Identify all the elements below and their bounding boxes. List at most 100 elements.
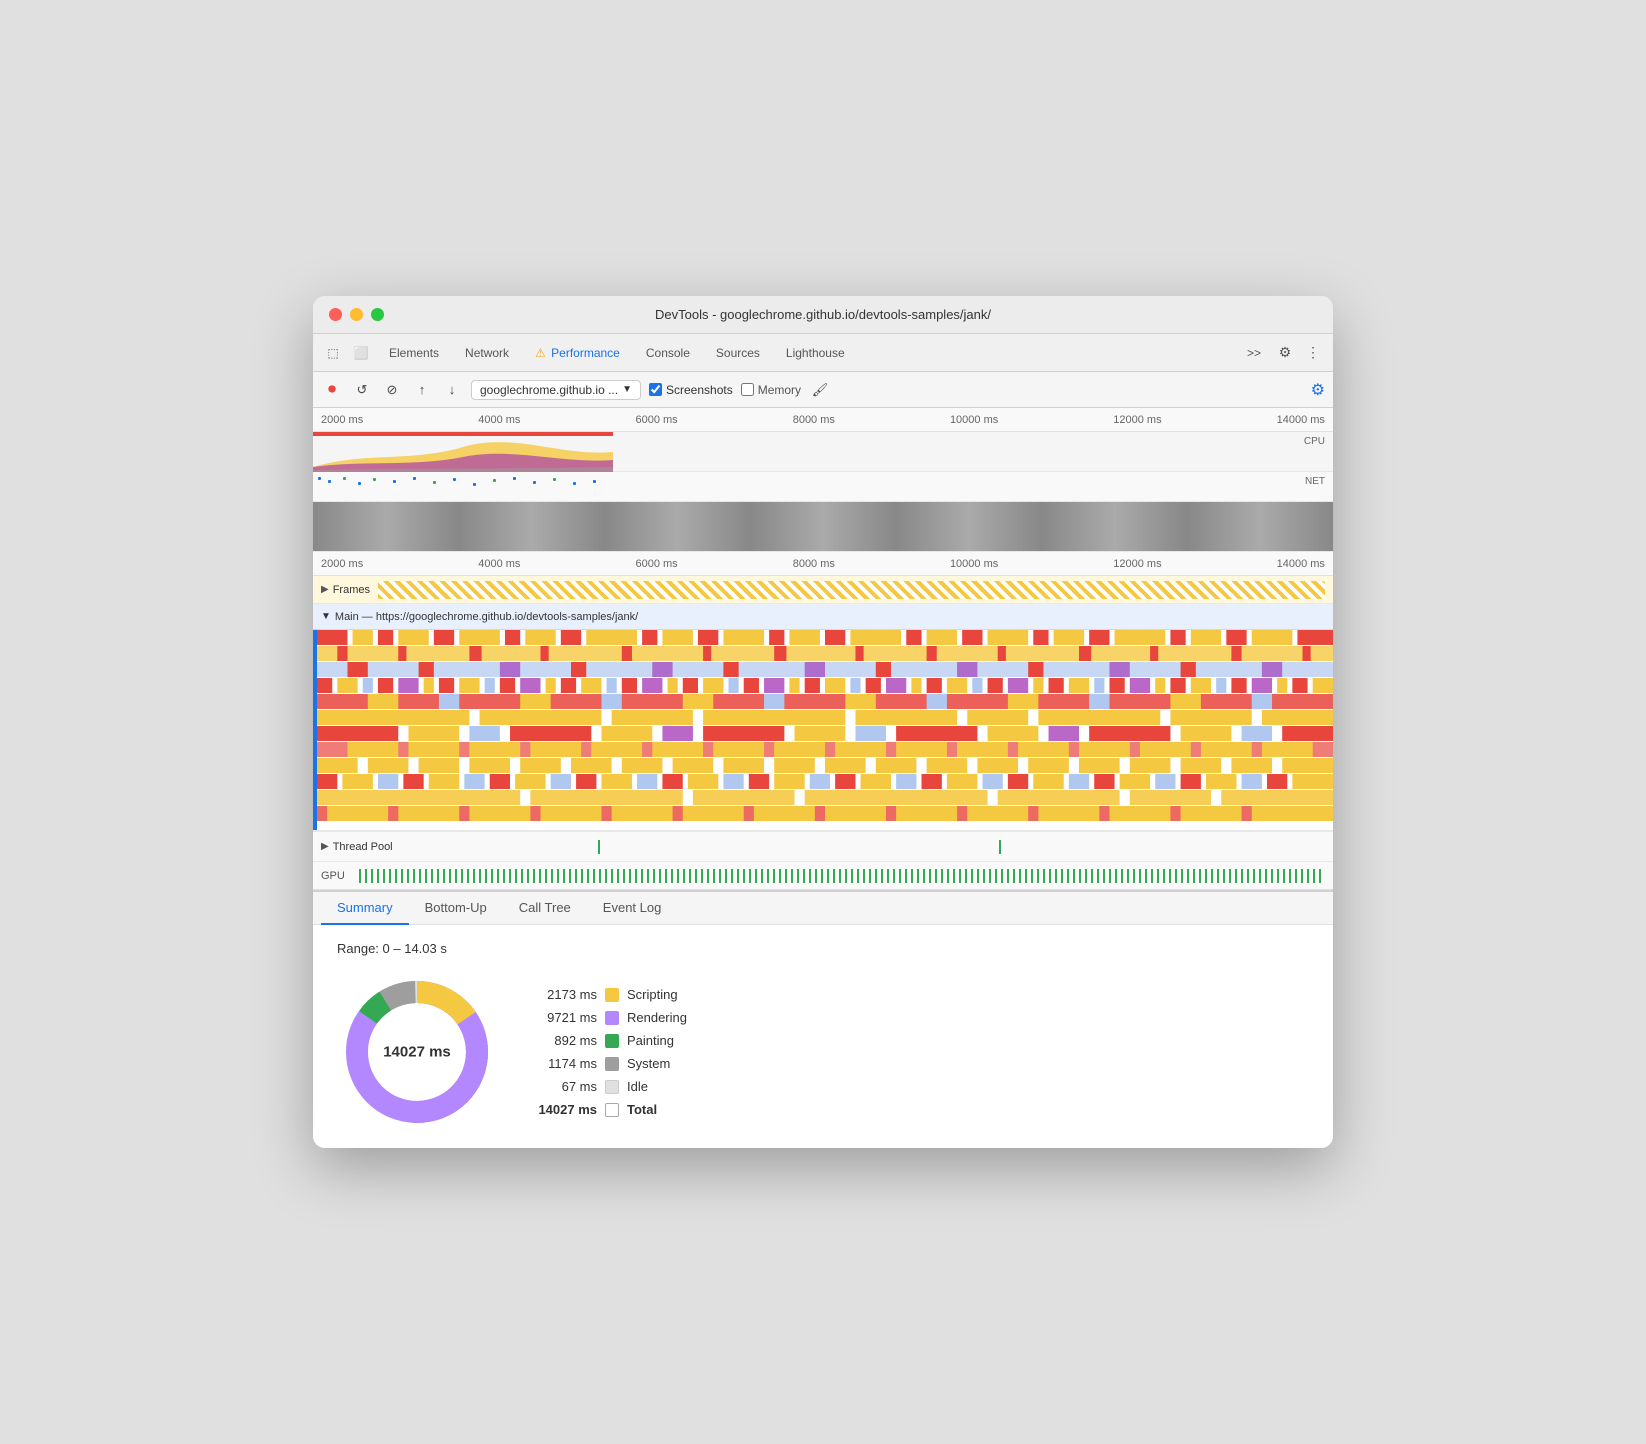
gpu-row[interactable]: GPU [313,861,1333,889]
tab-lighthouse[interactable]: Lighthouse [774,340,857,366]
flame-row-8 [317,742,1333,758]
flame-row-10 [317,774,1333,790]
donut-center-label: 14027 ms [383,1044,451,1061]
ruler-mark: 14000 ms [1277,558,1325,570]
tab-summary[interactable]: Summary [321,892,409,925]
ruler-mark: 10000 ms [950,558,998,570]
legend-color-scripting [605,988,619,1002]
warning-icon: ⚠ [535,346,546,360]
selection-bar [313,630,317,830]
donut-chart-container: 14027 ms [337,972,497,1132]
more-tabs-button[interactable]: >> [1239,342,1269,364]
summary-content: Range: 0 – 14.03 s [313,925,1333,1148]
range-text: Range: 0 – 14.03 s [337,941,1309,956]
net-label: NET [1305,476,1325,487]
ruler-mark: 14000 ms [1277,414,1325,426]
url-dropdown-icon: ▼ [622,384,632,395]
screenshots-checkbox[interactable] [649,383,662,396]
memory-checkbox-area[interactable]: Memory [741,383,801,397]
url-text: googlechrome.github.io ... [480,383,618,397]
ruler-mark: 12000 ms [1113,414,1161,426]
tab-event-log[interactable]: Event Log [587,892,678,925]
devtools-settings-icon[interactable]: ⚙ [1273,341,1297,365]
clear-performance-button[interactable]: 🖌 [809,379,831,401]
traffic-lights [329,308,384,321]
window-title: DevTools - googlechrome.github.io/devtoo… [655,307,991,322]
pointer-icon[interactable]: ⬚ [321,341,345,365]
legend-item-system: 1174 ms System [537,1056,687,1071]
legend-ms-total: 14027 ms [537,1102,597,1117]
flame-row-2 [317,646,1333,662]
legend-ms-scripting: 2173 ms [537,987,597,1002]
record-button[interactable]: ⏺ [321,379,343,401]
close-button[interactable] [329,308,342,321]
gpu-bar [359,869,1325,883]
bottom-panel: Summary Bottom-Up Call Tree Event Log Ra… [313,890,1333,1148]
tab-performance[interactable]: ⚠ Performance [523,340,632,366]
upload-button[interactable]: ↑ [411,379,433,401]
tab-bar: ⬚ ⬜ Elements Network ⚠ Performance Conso… [313,334,1333,372]
ruler-marks-top: 2000 ms 4000 ms 6000 ms 8000 ms 10000 ms… [321,414,1325,426]
legend-label-rendering: Rendering [627,1010,687,1025]
legend-label-system: System [627,1056,670,1071]
summary-legend: 2173 ms Scripting 9721 ms Rendering 892 … [537,987,687,1117]
clear-button[interactable]: ⊘ [381,379,403,401]
devtools-more-icon[interactable]: ⋮ [1301,341,1325,365]
tab-call-tree[interactable]: Call Tree [503,892,587,925]
maximize-button[interactable] [371,308,384,321]
legend-item-rendering: 9721 ms Rendering [537,1010,687,1025]
net-overview[interactable]: NET [313,472,1333,502]
ruler-mark: 6000 ms [635,558,677,570]
thread-pool-label: Thread Pool [333,841,393,853]
gpu-label: GPU [321,870,351,882]
tab-network[interactable]: Network [453,340,521,366]
thread-pool-row[interactable]: ▶ Thread Pool [313,831,1333,861]
screenshots-checkbox-area[interactable]: Screenshots [649,383,733,397]
reload-button[interactable]: ↺ [351,379,373,401]
memory-label: Memory [758,383,801,397]
ruler-mark: 4000 ms [478,414,520,426]
url-selector[interactable]: googlechrome.github.io ... ▼ [471,380,641,400]
tab-bottom-up[interactable]: Bottom-Up [409,892,503,925]
flame-row-3 [317,662,1333,678]
cpu-overview[interactable]: CPU [313,432,1333,472]
legend-item-painting: 892 ms Painting [537,1033,687,1048]
legend-item-total: 14027 ms Total [537,1102,687,1117]
legend-label-painting: Painting [627,1033,674,1048]
ruler-mark: 8000 ms [793,558,835,570]
legend-label-scripting: Scripting [627,987,678,1002]
legend-label-total: Total [627,1102,657,1117]
tab-sources[interactable]: Sources [704,340,772,366]
performance-settings-icon[interactable]: ⚙ [1311,380,1325,400]
flame-row-1 [317,630,1333,646]
flame-row-7 [317,726,1333,742]
memory-checkbox[interactable] [741,383,754,396]
minimize-button[interactable] [350,308,363,321]
timeline-area: 2000 ms 4000 ms 6000 ms 8000 ms 10000 ms… [313,408,1333,890]
inspect-icon[interactable]: ⬜ [349,341,373,365]
devtools-window: DevTools - googlechrome.github.io/devtoo… [313,296,1333,1148]
download-button[interactable]: ↓ [441,379,463,401]
titlebar: DevTools - googlechrome.github.io/devtoo… [313,296,1333,334]
tab-elements[interactable]: Elements [377,340,451,366]
net-chart [313,472,613,622]
main-section: ▼ Main — https://googlechrome.github.io/… [313,604,1333,831]
timeline-ruler-top: 2000 ms 4000 ms 6000 ms 8000 ms 10000 ms… [313,408,1333,432]
legend-item-idle: 67 ms Idle [537,1079,687,1094]
tab-console[interactable]: Console [634,340,702,366]
thread-pool-arrow-icon: ▶ [321,841,329,852]
cpu-label: CPU [1304,436,1325,447]
legend-color-rendering [605,1011,619,1025]
legend-ms-idle: 67 ms [537,1079,597,1094]
ruler-mark: 8000 ms [793,414,835,426]
legend-color-system [605,1057,619,1071]
screenshots-label: Screenshots [666,383,733,397]
flame-row-9 [317,758,1333,774]
flame-row-5 [317,694,1333,710]
flame-chart[interactable] [313,630,1333,830]
legend-color-painting [605,1034,619,1048]
ruler-mark: 10000 ms [950,414,998,426]
legend-ms-system: 1174 ms [537,1056,597,1071]
flame-row-4 [317,678,1333,694]
flame-row-12 [317,806,1333,822]
